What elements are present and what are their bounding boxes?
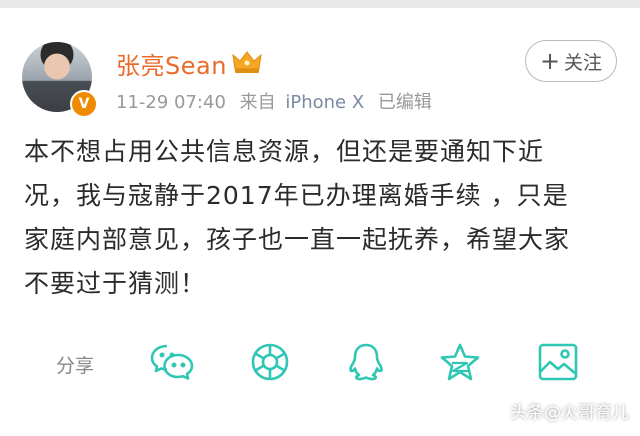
post-source: 来自 [239, 92, 276, 113]
watermark: 头条@火哥育儿 [510, 403, 629, 423]
follow-button[interactable]: + 关注 [525, 40, 617, 82]
content-line: 不要过于猜测！ [24, 269, 207, 298]
wechat-icon[interactable] [150, 342, 194, 382]
post-time: 11-29 07:40 [116, 92, 226, 113]
top-bar [0, 0, 640, 8]
post-content: 本不想占用公共信息资源，但还是要通知下近 况，我与寇静于2017年已办理离婚手续… [24, 130, 620, 306]
follow-label: 关注 [564, 51, 603, 74]
qzone-star-icon[interactable] [438, 342, 482, 382]
content-line: 本不想占用公共信息资源，但还是要通知下近 [24, 137, 545, 166]
post-device[interactable]: iPhone X [285, 92, 364, 113]
share-label: 分享 [56, 355, 95, 377]
crown-icon [232, 51, 262, 73]
post-meta: 11-29 07:40 来自 iPhone X 已编辑 [116, 88, 440, 114]
content-line: 况，我与寇静于2017年已办理离婚手续 ，只是 [24, 181, 569, 210]
username[interactable]: 张亮Sean [116, 46, 227, 81]
plus-icon: + [539, 47, 561, 75]
save-image-icon[interactable] [536, 342, 580, 382]
content-line: 家庭内部意见，孩子也一直一起抚养，希望大家 [24, 225, 571, 254]
verified-badge-icon: V [70, 90, 98, 118]
qq-icon[interactable] [344, 342, 388, 382]
edited-label[interactable]: 已编辑 [378, 92, 432, 113]
moments-icon[interactable] [248, 342, 292, 382]
